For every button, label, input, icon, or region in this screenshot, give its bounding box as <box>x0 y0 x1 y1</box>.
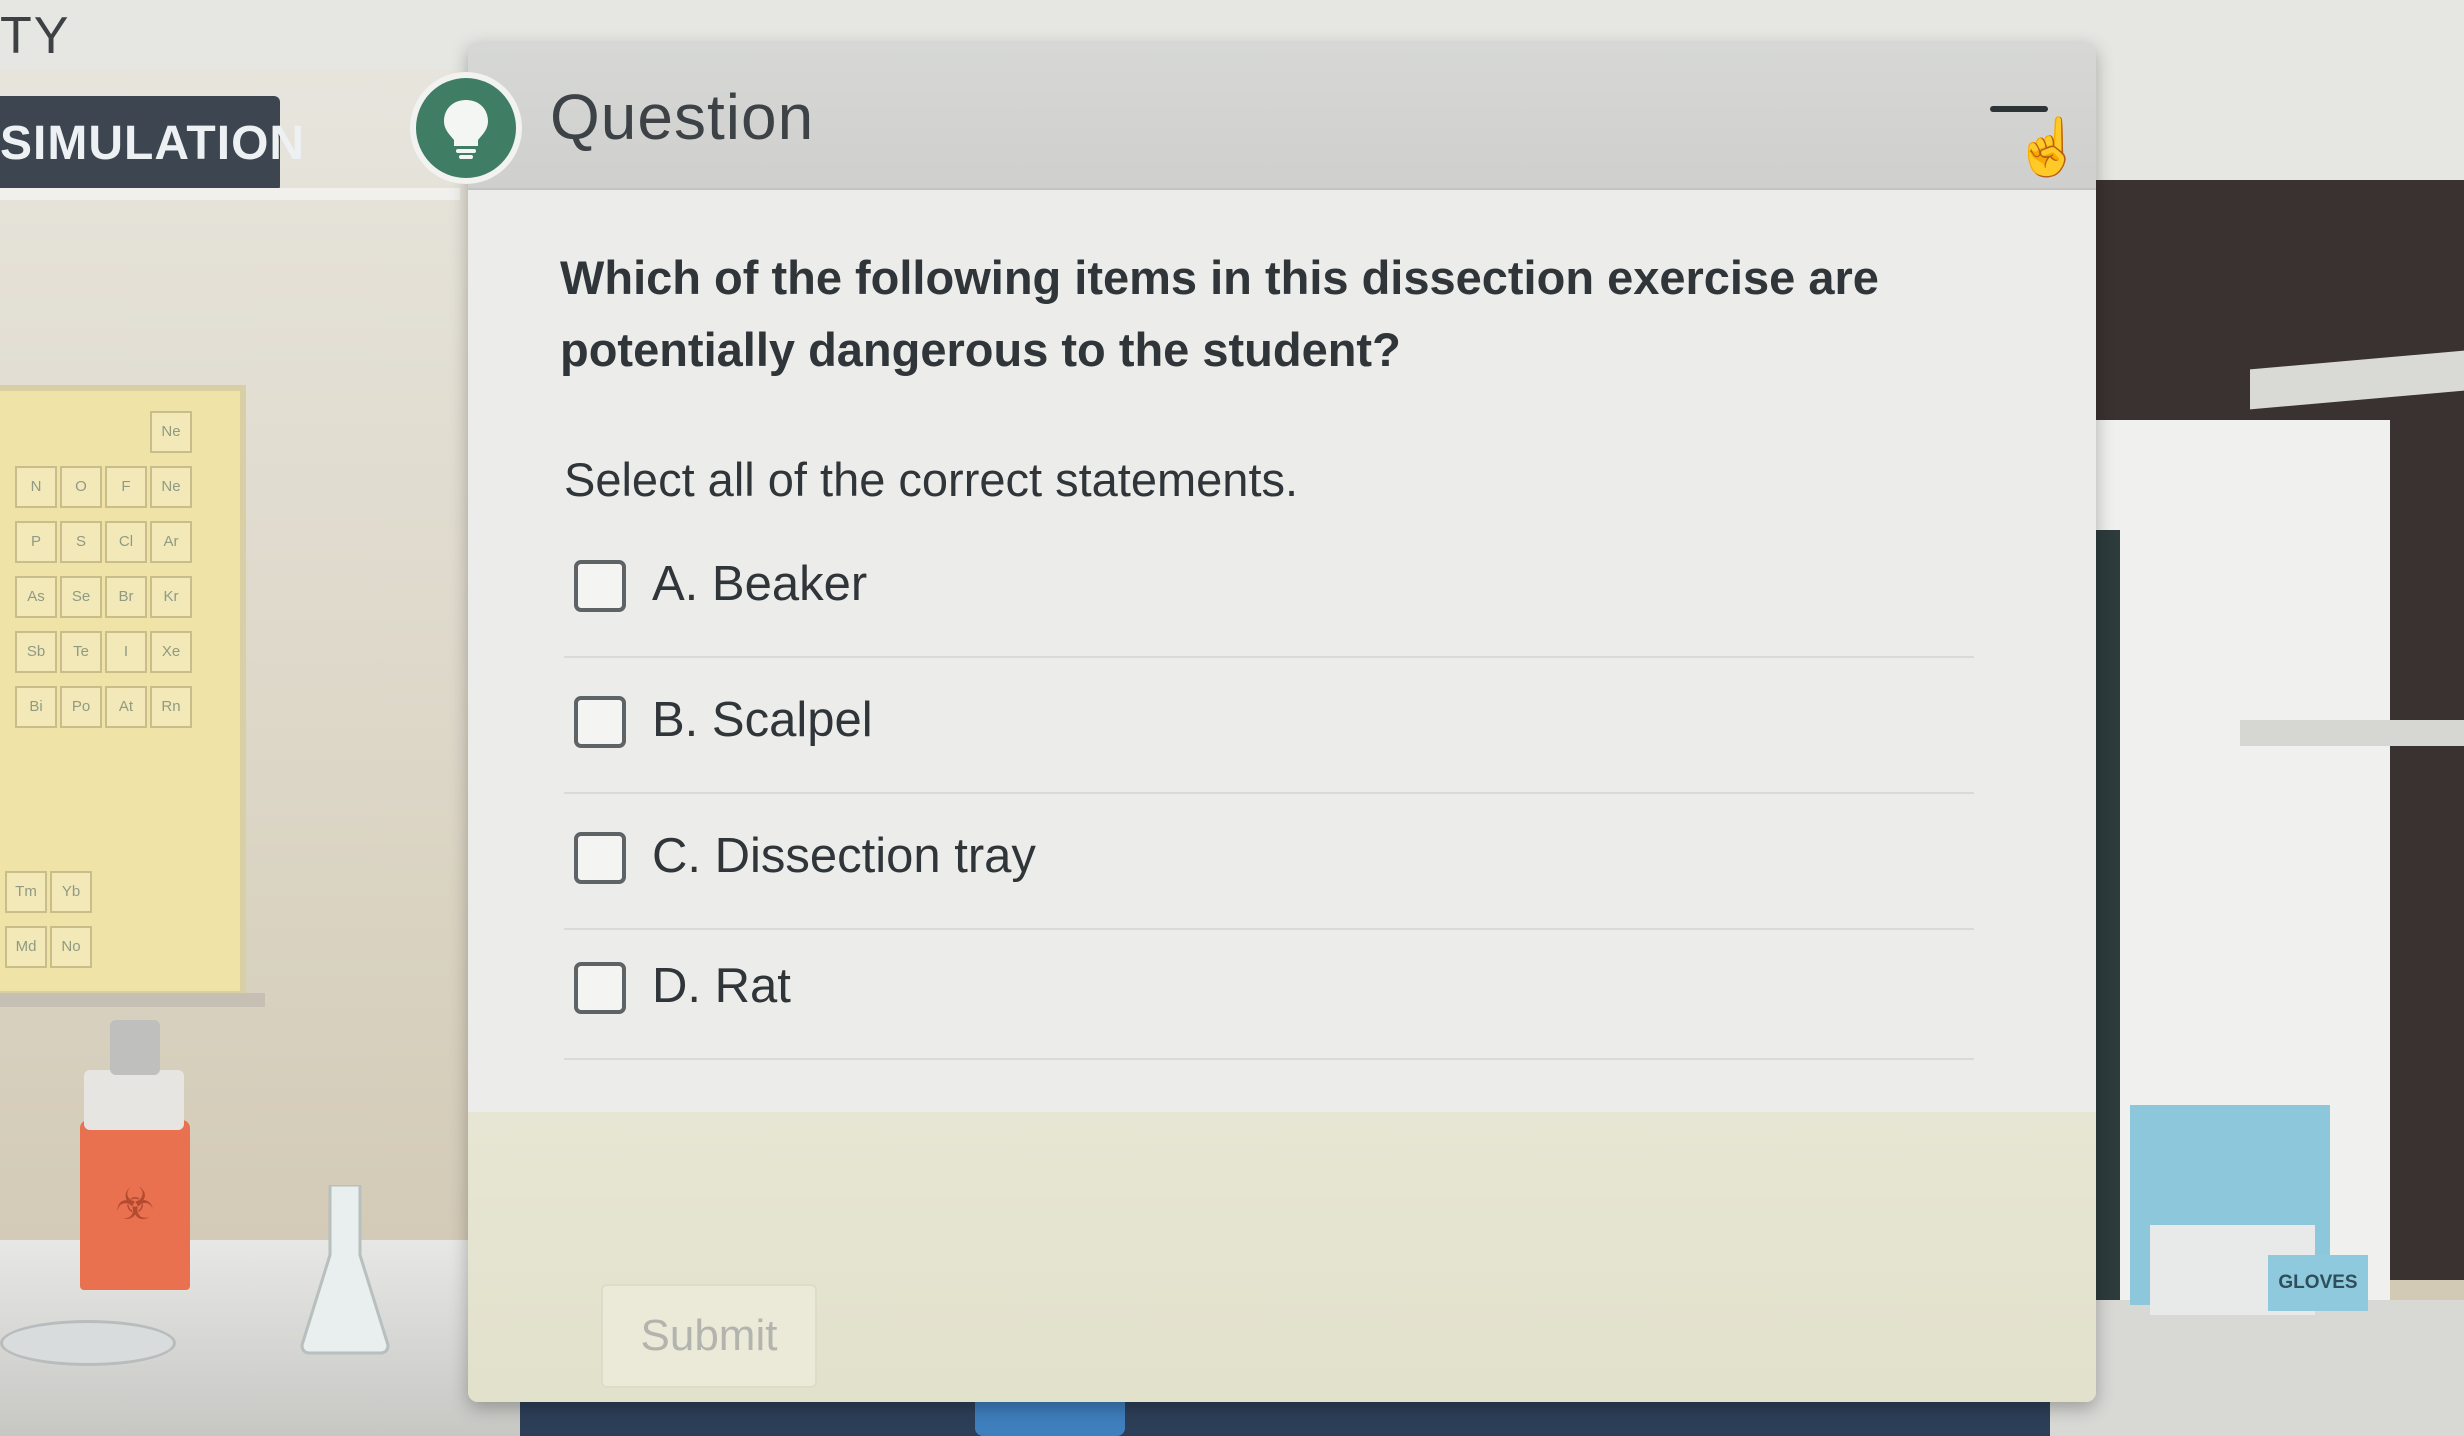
petri-dish <box>0 1320 176 1366</box>
instruction-text: Select all of the correct statements. <box>564 453 1299 506</box>
question-dialog: Question ☝ Which of the following items … <box>468 42 2096 1402</box>
lower-shelf <box>2240 720 2464 746</box>
checkbox[interactable] <box>574 962 626 1014</box>
option-b[interactable]: B. Scalpel <box>564 656 1974 794</box>
dialog-footer: Submit <box>468 1112 2096 1402</box>
container-cap <box>84 1070 184 1130</box>
option-label: B. Scalpel <box>652 693 873 747</box>
periodic-cell: At <box>105 686 147 728</box>
periodic-cell: Sb <box>15 631 57 673</box>
periodic-cell: Ne <box>150 411 192 453</box>
periodic-cell: Br <box>105 576 147 618</box>
periodic-cell: I <box>105 631 147 673</box>
periodic-cell: Ne <box>150 466 192 508</box>
periodic-cell: Cl <box>105 521 147 563</box>
periodic-cell: Se <box>60 576 102 618</box>
periodic-cell: Ar <box>150 521 192 563</box>
option-label: C. Dissection tray <box>652 829 1036 883</box>
periodic-cell: Bi <box>15 686 57 728</box>
periodic-cell: F <box>105 466 147 508</box>
left-divider <box>0 188 460 200</box>
option-c[interactable]: C. Dissection tray <box>564 792 1974 930</box>
minimize-icon <box>1990 106 2048 112</box>
periodic-cell: N <box>15 466 57 508</box>
periodic-cell: P <box>15 521 57 563</box>
dialog-title: Question <box>550 81 815 153</box>
periodic-cell: Tm <box>5 871 47 913</box>
periodic-cell: No <box>50 926 92 968</box>
container-cap-top <box>110 1020 160 1075</box>
periodic-cell: Te <box>60 631 102 673</box>
simulation-tab[interactable]: SIMULATION <box>0 96 304 192</box>
periodic-cell: Kr <box>150 576 192 618</box>
periodic-cell: S <box>60 521 102 563</box>
hand-pointer-icon: ☝ <box>2013 115 2083 178</box>
checkbox[interactable] <box>574 560 626 612</box>
right-wall <box>2090 70 2464 180</box>
checkbox[interactable] <box>574 696 626 748</box>
option-label: D. Rat <box>652 959 791 1013</box>
periodic-cell: Rn <box>150 686 192 728</box>
periodic-cell: Po <box>60 686 102 728</box>
app-title-fragment: TY <box>0 7 71 65</box>
option-a[interactable]: A. Beaker <box>564 520 1974 658</box>
periodic-cell: O <box>60 466 102 508</box>
periodic-cell: Yb <box>50 871 92 913</box>
flask-icon <box>300 1185 390 1355</box>
option-label: A. Beaker <box>652 557 868 611</box>
periodic-table-poster: Ne N O F Ne P S Cl Ar As Se Br Kr Sb Te … <box>0 385 246 997</box>
biohazard-icon: ☣ <box>115 1180 155 1229</box>
dialog-header: Question ☝ <box>468 42 2096 190</box>
poster-shelf-edge <box>0 993 265 1007</box>
lightbulb-icon <box>444 100 488 159</box>
option-d[interactable]: D. Rat <box>564 922 1974 1060</box>
periodic-cell: As <box>15 576 57 618</box>
submit-button[interactable]: Submit <box>601 1284 817 1388</box>
periodic-cell: Xe <box>150 631 192 673</box>
lab-counter-right <box>2050 1300 2464 1436</box>
periodic-cell: Md <box>5 926 47 968</box>
question-text: Which of the following items in this dis… <box>560 251 1879 376</box>
biohazard-container: ☣ <box>80 1020 190 1290</box>
checkbox[interactable] <box>574 832 626 884</box>
hint-badge[interactable] <box>416 78 516 178</box>
gloves-label: GLOVES <box>2268 1255 2368 1311</box>
